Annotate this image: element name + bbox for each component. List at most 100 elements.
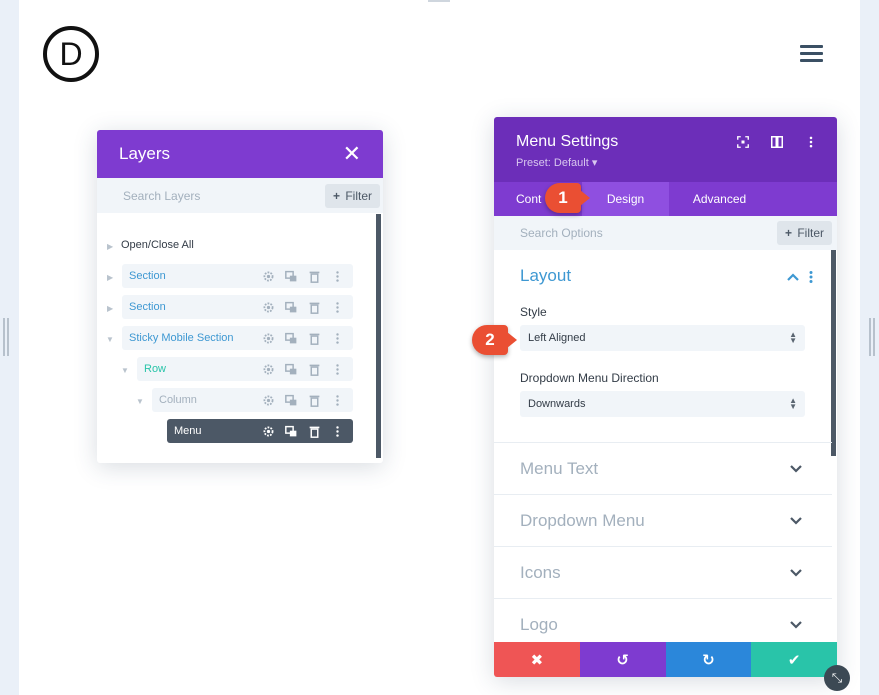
top-notch [428, 0, 450, 2]
dropdown-direction-select[interactable]: Downwards ▲ ▼ [520, 391, 805, 417]
duplicate-icon[interactable] [284, 424, 299, 439]
layer-item-menu[interactable]: Menu [167, 419, 353, 443]
trash-icon[interactable] [307, 362, 322, 377]
section-menu-text[interactable]: Menu Text [494, 442, 832, 494]
more-options-icon[interactable] [330, 300, 345, 315]
layers-panel: Layers ✕ Search Layers + Filter ▶ Open/C… [97, 130, 383, 463]
preset-selector[interactable]: Preset: Default ▾ [516, 156, 815, 169]
discard-button[interactable]: ✖ [494, 642, 580, 677]
dropdown-direction-label: Dropdown Menu Direction [520, 371, 659, 385]
trash-icon[interactable] [307, 331, 322, 346]
duplicate-icon[interactable] [284, 362, 299, 377]
layer-label: Column [159, 394, 197, 406]
gear-icon[interactable] [261, 331, 276, 346]
more-options-icon[interactable] [330, 362, 345, 377]
style-label: Style [520, 305, 547, 319]
chevron-down-icon [790, 464, 802, 473]
expand-arrow-icon[interactable]: ▶ [107, 304, 113, 313]
split-view-icon[interactable] [769, 134, 785, 150]
collapse-arrow-icon[interactable]: ▼ [106, 335, 114, 344]
layer-label: Section [129, 301, 166, 313]
chevron-down-icon [790, 620, 802, 629]
filter-label: Filter [797, 226, 824, 240]
collapse-arrow-icon[interactable]: ▼ [136, 397, 144, 406]
more-options-icon[interactable] [330, 393, 345, 408]
fullscreen-icon[interactable] [735, 134, 751, 150]
open-close-all[interactable]: Open/Close All [114, 233, 364, 257]
tab-advanced[interactable]: Advanced [669, 182, 770, 216]
plus-icon: + [784, 226, 792, 240]
settings-header: Menu Settings Preset: Default ▾ [494, 117, 837, 182]
left-resize-handle[interactable] [3, 318, 9, 356]
tab-design[interactable]: Design [582, 182, 669, 216]
style-select-value: Left Aligned [528, 332, 586, 344]
gear-icon[interactable] [261, 300, 276, 315]
trash-icon[interactable] [307, 300, 322, 315]
settings-scrollbar[interactable] [831, 250, 836, 456]
trash-icon[interactable] [307, 424, 322, 439]
layer-label: Menu [174, 425, 202, 437]
plus-icon: + [332, 188, 340, 203]
gear-icon[interactable] [261, 393, 276, 408]
more-options-icon[interactable] [803, 134, 819, 150]
layers-search-bar: Search Layers + Filter [97, 178, 383, 213]
layers-scrollbar[interactable] [376, 214, 381, 458]
duplicate-icon[interactable] [284, 331, 299, 346]
section-icons[interactable]: Icons [494, 546, 832, 598]
section-dropdown-menu[interactable]: Dropdown Menu [494, 494, 832, 546]
settings-search-bar: Search Options + Filter [494, 216, 837, 250]
step-badge-1: 1 [545, 183, 590, 213]
gear-icon[interactable] [261, 424, 276, 439]
style-select[interactable]: Left Aligned ▲ ▼ [520, 325, 805, 351]
more-options-icon[interactable] [330, 331, 345, 346]
trash-icon[interactable] [307, 269, 322, 284]
step-badge-2: 2 [472, 325, 517, 355]
more-options-icon[interactable] [809, 271, 813, 283]
select-arrows-icon: ▲ ▼ [789, 396, 797, 411]
section-title: Dropdown Menu [520, 510, 645, 530]
section-title: Icons [520, 562, 561, 582]
expand-arrow-icon[interactable]: ▶ [107, 242, 113, 251]
layers-title: Layers [119, 144, 171, 163]
layer-item-section-2[interactable]: Section [122, 295, 353, 319]
settings-search-input[interactable]: Search Options [520, 226, 603, 240]
layers-header: Layers ✕ [97, 130, 383, 178]
collapse-arrow-icon[interactable]: ▼ [121, 366, 129, 375]
redo-button[interactable]: ↻ [665, 642, 752, 677]
duplicate-icon[interactable] [284, 393, 299, 408]
divi-logo[interactable]: D [43, 26, 99, 82]
settings-filter-button[interactable]: + Filter [776, 221, 832, 245]
chevron-up-icon[interactable] [787, 273, 799, 281]
undo-button[interactable]: ↺ [579, 642, 666, 677]
trash-icon[interactable] [307, 393, 322, 408]
layers-filter-button[interactable]: + Filter [324, 183, 380, 208]
resize-icon[interactable]: ⤡ [824, 665, 850, 691]
chevron-down-icon [790, 516, 802, 525]
hamburger-menu-icon[interactable] [800, 45, 823, 63]
settings-body: Layout Style Left Aligned ▲ ▼ Dropdown Me… [494, 250, 837, 643]
layout-section-title[interactable]: Layout [520, 266, 571, 286]
layer-item-sticky-mobile-section[interactable]: Sticky Mobile Section [122, 326, 353, 350]
more-options-icon[interactable] [330, 269, 345, 284]
open-close-all-label: Open/Close All [121, 239, 194, 251]
duplicate-icon[interactable] [284, 300, 299, 315]
close-icon[interactable]: ✕ [343, 143, 361, 165]
layers-search-input[interactable]: Search Layers [123, 189, 200, 203]
duplicate-icon[interactable] [284, 269, 299, 284]
chevron-down-icon [790, 568, 802, 577]
right-resize-handle[interactable] [869, 318, 875, 356]
layer-item-column[interactable]: Column [152, 388, 353, 412]
layer-label: Section [129, 270, 166, 282]
layer-item-row[interactable]: Row [137, 357, 353, 381]
layer-item-section-1[interactable]: Section [122, 264, 353, 288]
gear-icon[interactable] [261, 269, 276, 284]
gear-icon[interactable] [261, 362, 276, 377]
more-options-icon[interactable] [330, 424, 345, 439]
section-title: Logo [520, 614, 558, 634]
expand-arrow-icon[interactable]: ▶ [107, 273, 113, 282]
filter-label: Filter [345, 188, 372, 203]
settings-footer: ✖ ↺ ↻ ✔ [494, 642, 837, 677]
dropdown-direction-value: Downwards [528, 398, 586, 410]
layer-label: Row [144, 363, 167, 375]
select-arrows-icon: ▲ ▼ [789, 330, 797, 345]
